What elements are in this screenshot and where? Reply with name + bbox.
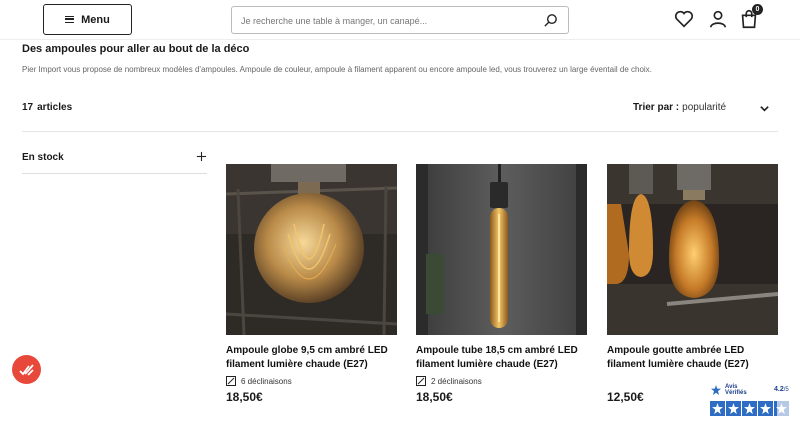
product-variants: 2 déclinaisons xyxy=(416,376,587,386)
product-title[interactable]: Ampoule tube 18,5 cm ambré LED filament … xyxy=(416,344,587,372)
article-count: 17 articles xyxy=(22,102,72,113)
search-icon[interactable] xyxy=(542,12,559,29)
product-image-tube-bulb[interactable] xyxy=(416,164,587,335)
variants-icon xyxy=(416,376,426,386)
product-image-drop-bulb[interactable] xyxy=(607,164,778,335)
product-title[interactable]: Ampoule goutte ambrée LED filament lumiè… xyxy=(607,344,778,372)
heart-icon[interactable] xyxy=(673,8,695,30)
product-title[interactable]: Ampoule globe 9,5 cm ambré LED filament … xyxy=(226,344,397,372)
product-price: 18,50€ xyxy=(226,390,263,404)
chevron-down-icon[interactable] xyxy=(759,103,770,114)
menu-button[interactable]: Menu xyxy=(43,4,132,35)
sort-value: popularité xyxy=(682,102,727,113)
product-variants: 6 déclinaisons xyxy=(226,376,397,386)
divider xyxy=(22,131,778,132)
avis-brand-line2: Vérifiés xyxy=(725,390,747,396)
floating-action-button[interactable] xyxy=(12,355,41,384)
product-card[interactable]: Ampoule globe 9,5 cm ambré LED filament … xyxy=(226,164,397,404)
article-count-number: 17 xyxy=(22,102,34,113)
avis-brand: Avis Vérifiés xyxy=(725,384,747,396)
checkmarks-icon xyxy=(18,363,34,376)
product-price: 18,50€ xyxy=(416,390,453,404)
star-icon xyxy=(726,401,741,416)
article-count-label: articles xyxy=(37,102,73,113)
avis-rating-out-of: /5 xyxy=(783,387,789,393)
sort-select[interactable]: Trier par : popularité xyxy=(633,102,726,113)
site-header: Menu 0 xyxy=(0,0,800,40)
product-image-globe-bulb[interactable] xyxy=(226,164,397,335)
product-card[interactable]: Ampoule goutte ambrée LED filament lumiè… xyxy=(607,164,778,404)
star-partial-icon xyxy=(774,401,789,416)
star-icon xyxy=(742,401,757,416)
avis-verifies-logo-icon xyxy=(711,385,721,395)
reviews-widget[interactable]: Avis Vérifiés 4.2/5 xyxy=(707,382,795,418)
avis-stars xyxy=(710,401,789,416)
star-icon xyxy=(710,401,725,416)
sort-label: Trier par : xyxy=(633,102,680,113)
search-bar xyxy=(231,6,569,34)
filter-label: En stock xyxy=(22,152,64,163)
variants-label: 2 déclinaisons xyxy=(431,376,482,386)
plus-icon[interactable] xyxy=(196,151,207,162)
filter-in-stock[interactable]: En stock xyxy=(22,148,207,174)
avis-rating-value: 4.2 xyxy=(774,386,784,393)
hamburger-icon xyxy=(65,16,75,23)
variants-label: 6 déclinaisons xyxy=(241,376,292,386)
star-icon xyxy=(758,401,773,416)
category-description: Pier Import vous propose de nombreux mod… xyxy=(22,65,652,74)
menu-label: Menu xyxy=(81,13,110,26)
search-input[interactable] xyxy=(241,12,531,29)
category-title: Des ampoules pour aller au bout de la dé… xyxy=(22,43,250,55)
account-icon[interactable] xyxy=(707,8,729,30)
avis-rating: 4.2/5 xyxy=(774,386,789,393)
product-card[interactable]: Ampoule tube 18,5 cm ambré LED filament … xyxy=(416,164,587,404)
variants-icon xyxy=(226,376,236,386)
cart-count-badge: 0 xyxy=(752,4,763,15)
